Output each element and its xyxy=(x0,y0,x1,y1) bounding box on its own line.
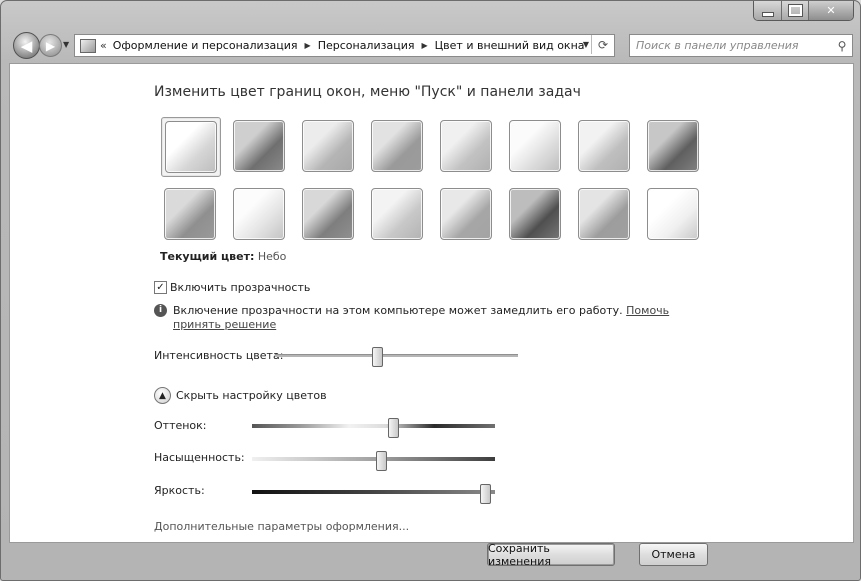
color-swatch-tile[interactable] xyxy=(302,188,354,240)
caption-buttons: ✕ xyxy=(753,1,854,21)
address-overflow-chevron[interactable]: « xyxy=(100,39,107,52)
transparency-checkbox[interactable]: ✓ xyxy=(154,281,167,294)
hue-thumb[interactable] xyxy=(387,418,399,438)
color-swatch-12[interactable] xyxy=(368,185,426,243)
transparency-label[interactable]: Включить прозрачность xyxy=(170,281,310,294)
color-swatch-tile[interactable] xyxy=(578,120,630,172)
color-swatch-tile[interactable] xyxy=(233,188,285,240)
transparency-checkbox-row[interactable]: ✓ Включить прозрачность xyxy=(154,281,310,294)
hue-label: Оттенок: xyxy=(154,419,207,432)
saturation-label: Насыщенность: xyxy=(154,451,245,464)
maximize-icon xyxy=(787,4,803,17)
close-icon: ✕ xyxy=(826,4,836,17)
forward-arrow-icon: ▶ xyxy=(45,38,56,53)
search-box[interactable]: Поиск в панели управления ⚲ xyxy=(629,34,853,57)
transparency-info: i Включение прозрачности на этом компьют… xyxy=(154,304,694,332)
current-color: Текущий цвет: Небо xyxy=(160,250,286,263)
checkmark-icon: ✓ xyxy=(156,281,165,293)
content-pane: Изменить цвет границ окон, меню "Пуск" и… xyxy=(9,63,854,543)
breadcrumb-separator-icon[interactable]: ▶ xyxy=(421,41,427,50)
intensity-slider[interactable] xyxy=(275,347,518,367)
forward-button[interactable]: ▶ xyxy=(39,34,62,57)
color-swatch-2[interactable] xyxy=(230,117,288,175)
save-button[interactable]: Сохранить изменения xyxy=(487,542,615,568)
color-swatch-5[interactable] xyxy=(437,117,495,175)
back-button[interactable]: ◀ xyxy=(13,32,40,59)
breadcrumb-separator-icon[interactable]: ▶ xyxy=(305,41,311,50)
current-color-label: Текущий цвет: xyxy=(160,250,255,263)
saturation-slider[interactable] xyxy=(252,451,495,471)
info-text: Включение прозрачности на этом компьютер… xyxy=(173,304,623,317)
color-swatch-16[interactable] xyxy=(644,185,702,243)
breadcrumb-appearance[interactable]: Оформление и персонализация xyxy=(113,39,298,52)
address-dropdown-icon[interactable]: ▼ xyxy=(583,40,589,49)
brightness-thumb[interactable] xyxy=(480,484,492,504)
brightness-label: Яркость: xyxy=(154,484,205,497)
brightness-track[interactable] xyxy=(252,490,495,494)
info-icon: i xyxy=(154,304,167,317)
brightness-slider[interactable] xyxy=(252,484,495,504)
refresh-icon: ⟳ xyxy=(597,37,609,52)
color-swatch-tile[interactable] xyxy=(509,188,561,240)
hue-slider[interactable] xyxy=(252,418,495,438)
color-swatch-tile[interactable] xyxy=(233,120,285,172)
bottom-button-bar: Сохранить изменения Отмена xyxy=(9,542,852,574)
color-swatch-tile[interactable] xyxy=(440,120,492,172)
hue-track[interactable] xyxy=(252,424,495,428)
search-input[interactable]: Поиск в панели управления xyxy=(630,39,832,52)
color-swatch-tile[interactable] xyxy=(371,120,423,172)
color-swatch-tile[interactable] xyxy=(578,188,630,240)
saturation-thumb[interactable] xyxy=(375,451,387,471)
color-swatch-15[interactable] xyxy=(575,185,633,243)
color-swatch-tile[interactable] xyxy=(647,120,699,172)
color-swatch-1[interactable] xyxy=(161,117,221,177)
color-swatch-tile[interactable] xyxy=(647,188,699,240)
breadcrumb-personalization[interactable]: Персонализация xyxy=(318,39,415,52)
color-swatch-6[interactable] xyxy=(506,117,564,175)
color-swatch-7[interactable] xyxy=(575,117,633,175)
advanced-appearance-link[interactable]: Дополнительные параметры оформления... xyxy=(154,520,409,533)
color-swatch-3[interactable] xyxy=(299,117,357,175)
window: ✕ ◀ ▶ ▼ « Оформление и персонализация ▶ … xyxy=(0,0,861,581)
maximize-button[interactable] xyxy=(782,1,809,20)
hide-color-mixer-toggle[interactable]: ▲ Скрыть настройку цветов xyxy=(154,387,327,404)
color-swatch-8[interactable] xyxy=(644,117,702,175)
intensity-thumb[interactable] xyxy=(372,347,384,367)
hide-color-mixer-label[interactable]: Скрыть настройку цветов xyxy=(176,389,327,402)
collapse-up-icon[interactable]: ▲ xyxy=(154,387,171,404)
info-text-block: Включение прозрачности на этом компьютер… xyxy=(173,304,694,332)
color-swatch-4[interactable] xyxy=(368,117,426,175)
color-swatch-tile[interactable] xyxy=(302,120,354,172)
color-swatch-14[interactable] xyxy=(506,185,564,243)
minimize-icon xyxy=(761,11,774,17)
navigation-bar: ◀ ▶ ▼ « Оформление и персонализация ▶ Пе… xyxy=(9,31,853,59)
close-button[interactable]: ✕ xyxy=(809,1,853,20)
back-arrow-icon: ◀ xyxy=(20,36,33,55)
chevron-down-icon: ▼ xyxy=(63,40,70,49)
color-swatch-10[interactable] xyxy=(230,185,288,243)
current-color-value: Небо xyxy=(257,250,287,263)
color-swatch-11[interactable] xyxy=(299,185,357,243)
recent-pages-button[interactable]: ▼ xyxy=(63,40,69,49)
minimize-button[interactable] xyxy=(754,1,782,20)
color-swatch-tile[interactable] xyxy=(440,188,492,240)
control-panel-icon xyxy=(80,38,96,53)
address-bar[interactable]: « Оформление и персонализация ▶ Персонал… xyxy=(74,34,615,57)
intensity-track[interactable] xyxy=(275,354,518,357)
color-swatch-tile[interactable] xyxy=(371,188,423,240)
breadcrumb-window-color[interactable]: Цвет и внешний вид окна xyxy=(435,39,585,52)
cancel-button[interactable]: Отмена xyxy=(639,543,708,566)
chevron-up-icon: ▲ xyxy=(159,390,166,401)
search-icon[interactable]: ⚲ xyxy=(832,39,852,53)
color-swatch-tile[interactable] xyxy=(165,121,217,173)
page-title: Изменить цвет границ окон, меню "Пуск" и… xyxy=(154,84,581,100)
color-swatch-tile[interactable] xyxy=(509,120,561,172)
intensity-label: Интенсивность цвета: xyxy=(154,349,284,362)
color-swatch-13[interactable] xyxy=(437,185,495,243)
color-swatch-9[interactable] xyxy=(161,185,219,243)
saturation-track[interactable] xyxy=(252,457,495,461)
color-swatch-tile[interactable] xyxy=(164,188,216,240)
refresh-button[interactable]: ⟳ xyxy=(591,35,614,54)
